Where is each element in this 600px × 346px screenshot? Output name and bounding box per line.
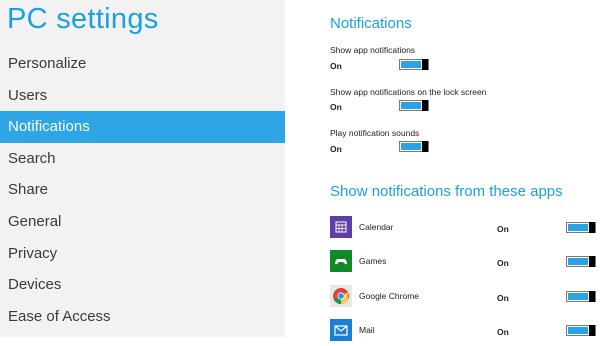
setting-label-show-app-notifications: Show app notifications (330, 45, 416, 55)
app-name-calendar: Calendar (359, 222, 394, 232)
sidebar-item-personalize[interactable]: Personalize (0, 48, 285, 80)
apps-heading: Show notifications from these apps (330, 183, 563, 200)
app-state-mail: On (497, 327, 509, 337)
calendar-icon (330, 216, 352, 238)
toggle-mail[interactable] (566, 325, 596, 336)
toggle-fill (401, 61, 421, 68)
games-controller-icon (330, 250, 352, 272)
setting-label-notification-sounds: Play notification sounds (330, 128, 420, 138)
toggle-knob (589, 291, 595, 302)
app-row-google-chrome: Google Chrome On (330, 285, 600, 311)
app-row-mail: Mail On (330, 319, 600, 345)
toggle-google-chrome[interactable] (566, 291, 596, 302)
sidebar-item-share[interactable]: Share (0, 174, 285, 206)
sidebar-item-notifications[interactable]: Notifications (0, 111, 285, 143)
app-name-mail: Mail (359, 325, 375, 335)
toggle-fill (568, 258, 588, 265)
toggle-knob (422, 141, 428, 152)
sidebar-item-search[interactable]: Search (0, 143, 285, 175)
chrome-icon (330, 285, 352, 307)
toggle-knob (422, 100, 428, 111)
settings-content: Notifications Show app notifications On … (330, 0, 600, 341)
sidebar-item-general[interactable]: General (0, 206, 285, 238)
toggle-games[interactable] (566, 256, 596, 267)
app-row-games: Games On (330, 250, 600, 276)
toggle-lock-screen-notifications[interactable] (399, 100, 429, 111)
toggle-fill (401, 102, 421, 109)
notifications-heading: Notifications (330, 15, 412, 32)
toggle-knob (589, 325, 595, 336)
toggle-fill (568, 327, 588, 334)
toggle-knob (589, 256, 595, 267)
setting-label-lock-screen: Show app notifications on the lock scree… (330, 87, 487, 97)
app-state-google-chrome: On (497, 293, 509, 303)
toggle-show-app-notifications[interactable] (399, 59, 429, 70)
toggle-fill (401, 143, 421, 150)
setting-state-lock-screen: On (330, 102, 342, 112)
mail-icon (330, 319, 352, 341)
app-state-calendar: On (497, 224, 509, 234)
toggle-knob (422, 59, 428, 70)
sidebar: PC settings Personalize Users Notificati… (0, 0, 285, 337)
toggle-notification-sounds[interactable] (399, 141, 429, 152)
app-state-games: On (497, 258, 509, 268)
app-row-calendar: Calendar On (330, 216, 600, 242)
sidebar-item-ease-of-access[interactable]: Ease of Access (0, 301, 285, 333)
app-name-google-chrome: Google Chrome (359, 291, 420, 301)
page-title: PC settings (7, 3, 159, 35)
toggle-fill (568, 293, 588, 300)
setting-state-show-app-notifications: On (330, 61, 342, 71)
setting-state-notification-sounds: On (330, 144, 342, 154)
toggle-fill (568, 224, 588, 231)
toggle-calendar[interactable] (566, 222, 596, 233)
sidebar-nav: Personalize Users Notifications Search S… (0, 48, 285, 332)
sidebar-item-users[interactable]: Users (0, 80, 285, 112)
sidebar-item-devices[interactable]: Devices (0, 269, 285, 301)
toggle-knob (589, 222, 595, 233)
app-name-games: Games (359, 256, 387, 266)
sidebar-item-privacy[interactable]: Privacy (0, 238, 285, 270)
